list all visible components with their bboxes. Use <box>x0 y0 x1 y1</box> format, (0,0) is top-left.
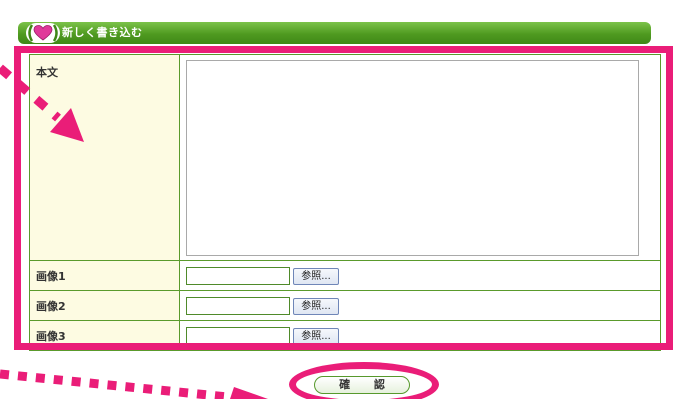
image3-browse-button[interactable]: 参照... <box>293 327 339 345</box>
post-form-table: 本文 画像1 参照... 画像2 参照... 画像3 参照... <box>29 54 661 351</box>
body-cell <box>179 54 661 261</box>
image1-cell: 参照... <box>179 260 661 291</box>
post-form-screen: 新しく書き込む 本文 画像1 参照... 画像2 参照... 画像3 参照... <box>0 0 683 399</box>
image1-row: 画像1 参照... <box>29 260 661 291</box>
section-title: 新しく書き込む <box>62 26 143 39</box>
body-label: 本文 <box>29 54 180 261</box>
image2-browse-button[interactable]: 参照... <box>293 297 339 315</box>
body-row: 本文 <box>29 54 661 261</box>
image2-cell: 参照... <box>179 290 661 321</box>
image3-row: 画像3 参照... <box>29 320 661 351</box>
image3-label: 画像3 <box>29 320 180 351</box>
image1-browse-button[interactable]: 参照... <box>293 267 339 285</box>
image2-row: 画像2 参照... <box>29 290 661 321</box>
body-textarea[interactable] <box>186 60 639 256</box>
section-header: 新しく書き込む <box>18 22 651 44</box>
image2-label: 画像2 <box>29 290 180 321</box>
heart-icon <box>26 23 60 43</box>
image2-file-field[interactable] <box>186 297 290 316</box>
image1-file-field[interactable] <box>186 267 290 286</box>
image1-label: 画像1 <box>29 260 180 291</box>
image3-cell: 参照... <box>179 320 661 351</box>
image3-file-field[interactable] <box>186 327 290 346</box>
confirm-button[interactable]: 確 認 <box>314 376 410 394</box>
bottom-arrow <box>0 369 268 399</box>
